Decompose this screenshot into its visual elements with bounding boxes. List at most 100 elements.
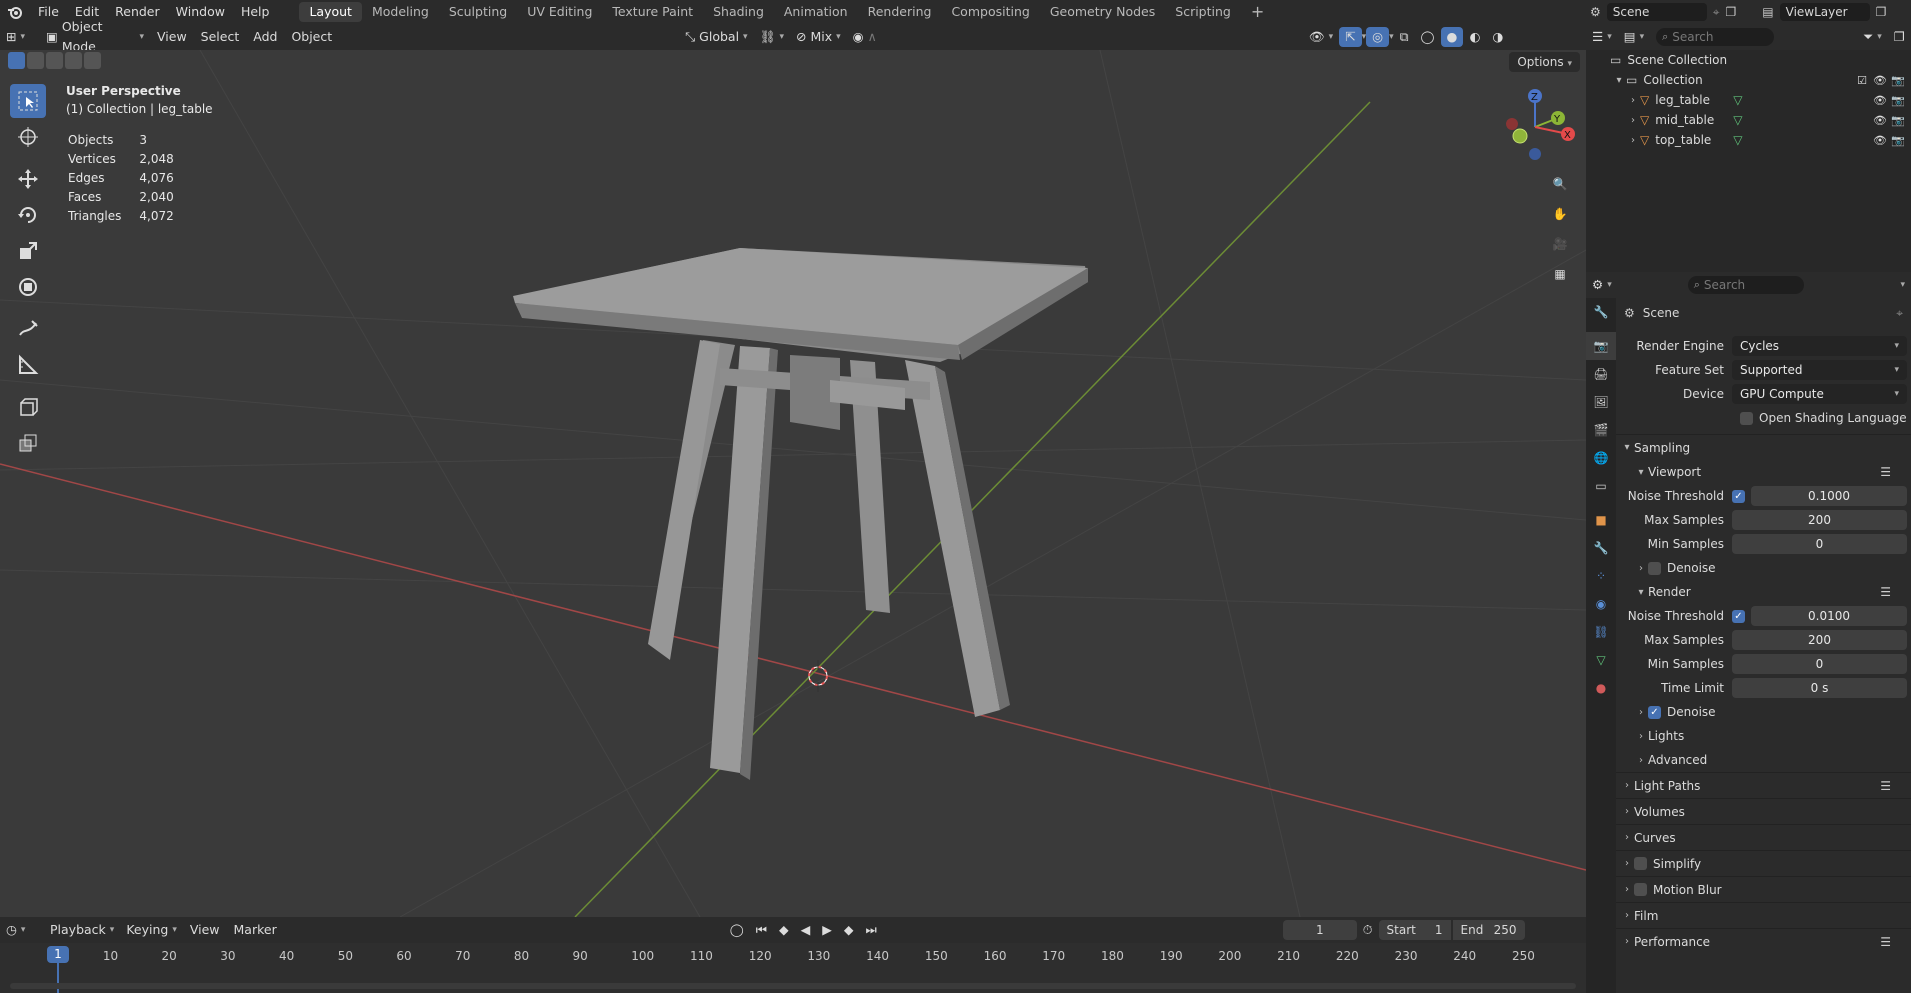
- camera-view-icon[interactable]: 🎥: [1546, 230, 1574, 258]
- collection-tab-icon[interactable]: ▭: [1586, 472, 1616, 500]
- add-cube-tool[interactable]: [10, 390, 46, 424]
- outliner-search-input[interactable]: ⌕ Search: [1656, 28, 1775, 46]
- move-tool[interactable]: [10, 162, 46, 196]
- outliner-row-mid-table[interactable]: › ▽ mid_table ▽ 👁 📷: [1586, 110, 1911, 130]
- prev-keyframe-button[interactable]: ◆: [773, 920, 795, 940]
- proportional-edit-toggle[interactable]: ◉ ∧: [847, 27, 883, 47]
- vp-max-samples-field[interactable]: 200: [1732, 510, 1907, 530]
- playhead[interactable]: 1: [47, 946, 69, 963]
- tab-scripting[interactable]: Scripting: [1165, 2, 1241, 22]
- scene-icon[interactable]: ⚙: [1590, 5, 1601, 19]
- viewport-subpanel-header[interactable]: ▾ Viewport ☰: [1616, 460, 1911, 484]
- render-tab-icon[interactable]: 📷: [1586, 332, 1616, 360]
- tab-geometry-nodes[interactable]: Geometry Nodes: [1040, 2, 1165, 22]
- menu-window[interactable]: Window: [168, 0, 233, 24]
- tab-layout[interactable]: Layout: [299, 2, 362, 22]
- simplify-checkbox[interactable]: [1634, 857, 1647, 870]
- volumes-section[interactable]: › Volumes: [1616, 798, 1911, 824]
- chevron-down-icon[interactable]: ▾: [1612, 75, 1626, 86]
- xray-toggle[interactable]: ⧉: [1394, 27, 1415, 47]
- time-limit-field[interactable]: 0 s: [1732, 678, 1907, 698]
- outliner-row-leg-table[interactable]: › ▽ leg_table ▽ 👁 📷: [1586, 90, 1911, 110]
- vp-denoise-checkbox[interactable]: [1648, 561, 1661, 575]
- r-max-samples-field[interactable]: 200: [1732, 630, 1907, 650]
- motion-blur-checkbox[interactable]: [1634, 883, 1647, 896]
- object-tab-icon[interactable]: ■: [1586, 506, 1616, 534]
- add-workspace-icon[interactable]: +: [1241, 2, 1274, 22]
- jump-start-button[interactable]: ⏮: [750, 920, 773, 940]
- data-tab-icon[interactable]: ▽: [1586, 646, 1616, 674]
- r-denoise-subpanel[interactable]: › ✓ Denoise: [1616, 700, 1911, 724]
- view-layer-field[interactable]: ViewLayer: [1779, 3, 1870, 21]
- view-layer-tab-icon[interactable]: 🖼: [1586, 388, 1616, 416]
- pin-icon[interactable]: ⌖: [1896, 306, 1903, 321]
- constraints-tab-icon[interactable]: ⛓: [1586, 618, 1616, 646]
- advanced-subpanel[interactable]: › Advanced: [1616, 748, 1911, 772]
- film-section[interactable]: › Film: [1616, 902, 1911, 928]
- 3d-viewport[interactable]: User Perspective (1) Collection | leg_ta…: [0, 50, 1586, 917]
- simplify-section[interactable]: › Simplify: [1616, 850, 1911, 876]
- vp-denoise-subpanel[interactable]: › Denoise: [1616, 556, 1911, 580]
- r-min-samples-field[interactable]: 0: [1732, 654, 1907, 674]
- current-frame-field[interactable]: 1: [1282, 920, 1357, 940]
- keying-menu[interactable]: Keying ▾: [120, 920, 183, 940]
- new-scene-icon[interactable]: ❐: [1726, 5, 1737, 19]
- chevron-down-icon[interactable]: ▾: [1900, 280, 1905, 290]
- presets-list-icon[interactable]: ☰: [1880, 585, 1891, 599]
- visibility-dropdown[interactable]: 👁 ▾: [1303, 27, 1339, 47]
- chevron-down-icon[interactable]: ▾: [1389, 32, 1394, 42]
- measure-tool[interactable]: [10, 348, 46, 382]
- select-menu[interactable]: Select: [194, 27, 247, 47]
- wireframe-shading-button[interactable]: ◯: [1415, 27, 1441, 47]
- output-tab-icon[interactable]: 🖨: [1586, 360, 1616, 388]
- timeline-editor-type-dropdown[interactable]: ◷ ▾: [0, 920, 44, 940]
- cursor-tool[interactable]: [10, 120, 46, 154]
- select-invert-icon[interactable]: [65, 52, 82, 69]
- gizmo-toggle[interactable]: ⇱: [1339, 27, 1362, 47]
- start-frame-field[interactable]: Start 1: [1378, 920, 1451, 940]
- next-keyframe-button[interactable]: ◆: [838, 920, 860, 940]
- 3d-cursor-icon[interactable]: [808, 660, 828, 692]
- curves-section[interactable]: › Curves: [1616, 824, 1911, 850]
- render-engine-dropdown[interactable]: Cycles ▾: [1732, 336, 1907, 356]
- jump-end-button[interactable]: ⏭: [860, 920, 883, 940]
- gizmo-neg-y-icon[interactable]: [1512, 128, 1528, 144]
- select-new-icon[interactable]: [8, 52, 25, 69]
- exclude-checkbox[interactable]: ☑: [1857, 74, 1867, 87]
- marker-menu[interactable]: Marker: [227, 920, 284, 940]
- select-extend-icon[interactable]: [27, 52, 44, 69]
- pan-hand-icon[interactable]: ✋: [1546, 200, 1574, 228]
- material-tab-icon[interactable]: ●: [1586, 674, 1616, 702]
- rendered-shading-button[interactable]: ◑: [1486, 27, 1509, 47]
- properties-search-input[interactable]: ⌕ Search: [1687, 276, 1804, 294]
- osl-row[interactable]: Open Shading Language: [1616, 406, 1911, 430]
- r-noise-checkbox[interactable]: ✓: [1732, 609, 1745, 623]
- tab-uv-editing[interactable]: UV Editing: [517, 2, 602, 22]
- view-layer-icon[interactable]: ▤: [1762, 5, 1773, 19]
- visibility-eye-icon[interactable]: 👁: [1873, 114, 1887, 127]
- end-frame-field[interactable]: End 250: [1452, 920, 1525, 940]
- rotate-tool[interactable]: [10, 198, 46, 232]
- object-menu[interactable]: Object: [284, 27, 339, 47]
- play-reverse-button[interactable]: ◀: [795, 920, 817, 940]
- menu-help[interactable]: Help: [233, 0, 278, 24]
- outliner-row-scene-collection[interactable]: ▭ Scene Collection: [1586, 50, 1911, 70]
- new-collection-button[interactable]: ❐: [1888, 27, 1911, 47]
- outliner-row-collection[interactable]: ▾ ▭ Collection ☑ 👁 📷: [1586, 70, 1911, 90]
- ortho-grid-icon[interactable]: ▦: [1546, 260, 1574, 288]
- select-box-tool[interactable]: [10, 84, 46, 118]
- options-dropdown[interactable]: Options ▾: [1509, 52, 1580, 72]
- lights-subpanel[interactable]: › Lights: [1616, 724, 1911, 748]
- snap-dropdown[interactable]: ⊘ Mix ▾: [790, 27, 847, 47]
- new-view-layer-icon[interactable]: ❐: [1876, 5, 1887, 19]
- tab-animation[interactable]: Animation: [774, 2, 858, 22]
- vp-min-samples-field[interactable]: 0: [1732, 534, 1907, 554]
- device-dropdown[interactable]: GPU Compute ▾: [1732, 384, 1907, 404]
- transform-tool[interactable]: [10, 270, 46, 304]
- tab-compositing[interactable]: Compositing: [941, 2, 1039, 22]
- chevron-right-icon[interactable]: ›: [1626, 95, 1640, 106]
- presets-list-icon[interactable]: ☰: [1880, 935, 1891, 949]
- transform-orientation-dropdown[interactable]: ⤡ Global ▾: [679, 27, 753, 47]
- scene-tab-icon[interactable]: 🎬: [1586, 416, 1616, 444]
- visibility-eye-icon[interactable]: 👁: [1873, 74, 1887, 87]
